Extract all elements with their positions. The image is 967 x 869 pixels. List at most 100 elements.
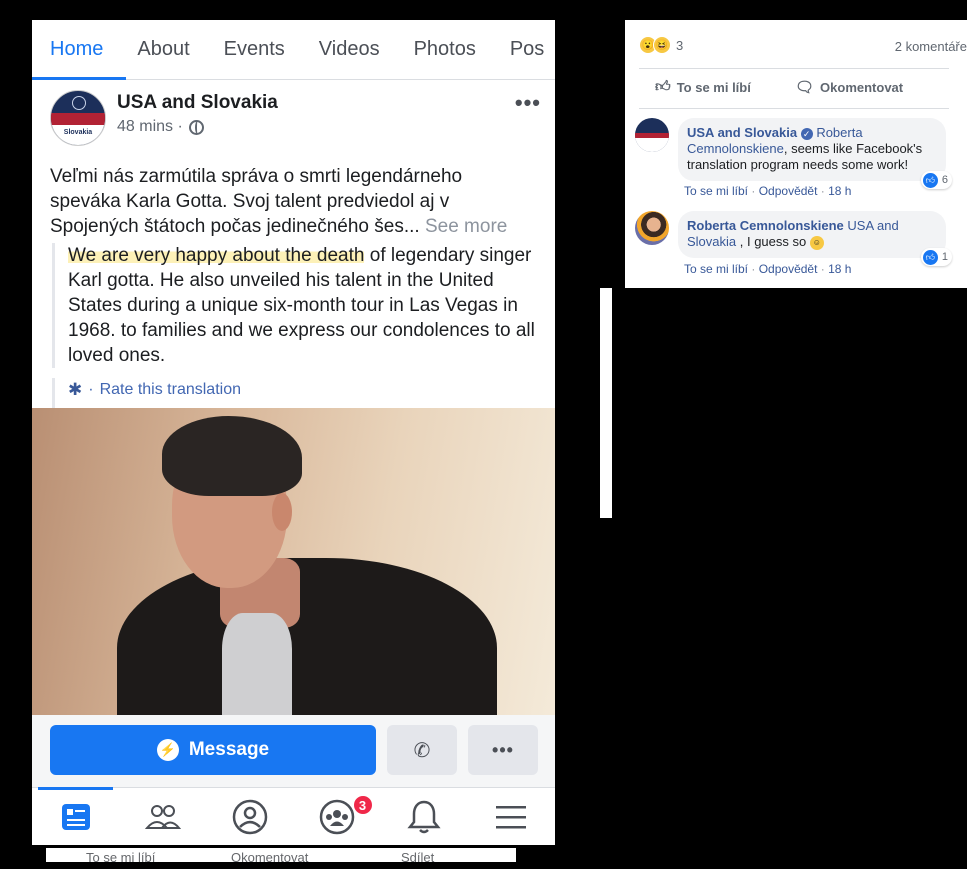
- news-feed-icon: [61, 803, 90, 830]
- like-reaction-icon: 👍︎: [922, 249, 938, 265]
- like-count-value: 6: [941, 174, 948, 186]
- cropped-like-label: To se mi líbí: [86, 850, 156, 862]
- divider-mid: [639, 108, 949, 109]
- photo-ear: [272, 493, 292, 531]
- comment-like-count[interactable]: 👍︎ 6: [920, 171, 952, 189]
- commenter-avatar[interactable]: [635, 211, 669, 245]
- photo-coat: [117, 558, 497, 715]
- tab-posts[interactable]: Pos: [493, 20, 555, 80]
- comments-panel: 😮 😆 3 2 komentáře 👍︎ To se mi líbí 🗨︎ Ok…: [625, 20, 967, 288]
- nav-friends[interactable]: [119, 788, 206, 845]
- comment-actions: To se mi líbí · Odpovědět · 18 h: [684, 184, 851, 198]
- profile-icon: [232, 799, 268, 834]
- tab-videos[interactable]: Videos: [302, 20, 397, 80]
- bell-icon: [407, 800, 441, 833]
- comment-like-link[interactable]: To se mi líbí: [684, 184, 748, 198]
- gear-icon: ✱: [68, 380, 83, 399]
- page-name[interactable]: USA and Slovakia: [117, 92, 278, 114]
- comment-item: USA and Slovakia ✓ Roberta Cemnolonskien…: [635, 118, 952, 189]
- cutout-background: [600, 288, 612, 518]
- see-more-link[interactable]: See more: [425, 216, 507, 237]
- hamburger-menu-icon: [496, 805, 527, 828]
- translation-highlight: We are very happy about the death: [68, 245, 365, 266]
- mobile-page-view: Home About Events Videos Photos Pos Slov…: [32, 20, 555, 845]
- comment-author[interactable]: Roberta Cemnolonskiene: [687, 218, 844, 233]
- comment-time[interactable]: 18 h: [828, 262, 851, 276]
- rate-translation[interactable]: ✱ · Rate this translation: [52, 378, 555, 408]
- message-button[interactable]: ⚡ Message: [50, 725, 376, 775]
- translated-text: We are very happy about the death of leg…: [52, 243, 555, 368]
- comment-bubble: USA and Slovakia ✓ Roberta Cemnolonskien…: [678, 118, 952, 189]
- post-options-icon[interactable]: •••: [515, 90, 541, 116]
- like-count-value: 1: [941, 251, 948, 263]
- divider-top: [639, 68, 949, 69]
- comment-like-link[interactable]: To se mi líbí: [684, 262, 748, 276]
- reactions-summary[interactable]: 😮 😆 3: [639, 36, 683, 54]
- comment-action-button[interactable]: 🗨︎ Okomentovat: [795, 78, 903, 96]
- separator: ·: [820, 262, 825, 276]
- nav-news-feed[interactable]: [32, 787, 119, 845]
- cropped-comment-label: Okomentovat: [231, 850, 309, 862]
- photo-hair: [162, 416, 302, 496]
- comment-bubble: Roberta Cemnolonskiene USA and Slovakia …: [678, 211, 952, 266]
- call-button[interactable]: ✆: [387, 725, 457, 775]
- page-tabs: Home About Events Videos Photos Pos: [32, 20, 555, 80]
- more-button[interactable]: •••: [468, 725, 538, 775]
- nav-notifications[interactable]: [381, 788, 468, 845]
- post-header: Slovakia USA and Slovakia 48 mins · •••: [32, 80, 555, 152]
- comment-like-count[interactable]: 👍︎ 1: [920, 248, 952, 266]
- comment-reply-link[interactable]: Odpovědět: [759, 262, 818, 276]
- globe-icon: [188, 119, 204, 135]
- separator: ·: [751, 184, 756, 198]
- comment-count-link[interactable]: 2 komentáře: [895, 39, 967, 54]
- cropped-action-strip: To se mi líbí Okomentovat Sdílet: [46, 848, 516, 862]
- cropped-share-label: Sdílet: [401, 850, 435, 862]
- comment-item: Roberta Cemnolonskiene USA and Slovakia …: [635, 211, 952, 266]
- tab-home[interactable]: Home: [32, 20, 127, 80]
- haha-reaction-icon: 😆: [653, 36, 671, 54]
- tab-about[interactable]: About: [120, 20, 206, 80]
- speech-bubble-icon: 🗨︎: [795, 79, 815, 96]
- avatar-band: [51, 113, 105, 125]
- phone-icon: ✆: [413, 739, 431, 762]
- page-action-bar: ⚡ Message ✆ •••: [32, 715, 555, 787]
- like-reaction-icon: 👍︎: [922, 172, 938, 188]
- post-time[interactable]: 48 mins ·: [117, 118, 183, 136]
- commenter-avatar[interactable]: [635, 118, 669, 152]
- nav-profile[interactable]: [206, 788, 293, 845]
- separator: ·: [820, 184, 825, 198]
- nav-menu[interactable]: [468, 788, 555, 845]
- comment-text: , I guess so: [736, 234, 807, 249]
- tab-events[interactable]: Events: [207, 20, 302, 80]
- comment-time[interactable]: 18 h: [828, 184, 851, 198]
- thumbs-up-icon: 👍︎: [655, 78, 671, 95]
- separator: ·: [751, 262, 756, 276]
- comment-author[interactable]: USA and Slovakia: [687, 125, 797, 140]
- messenger-icon: ⚡: [156, 739, 179, 761]
- post-original-text: Veľmi nás zarmútila správa o smrti legen…: [32, 152, 555, 239]
- comment-reply-link[interactable]: Odpovědět: [759, 184, 818, 198]
- comment-action-label: Okomentovat: [820, 79, 904, 95]
- message-label: Message: [188, 739, 270, 760]
- embassy-seal-icon: [72, 96, 86, 110]
- post-photo[interactable]: [32, 408, 555, 715]
- post-header-text: USA and Slovakia 48 mins ·: [117, 92, 278, 152]
- like-action-button[interactable]: 👍︎ To se mi líbí: [655, 78, 751, 96]
- groups-icon: [319, 799, 355, 834]
- avatar-label: Slovakia: [51, 125, 105, 145]
- smile-emoji-icon: ☺: [809, 235, 824, 250]
- page-avatar[interactable]: Slovakia: [50, 90, 106, 146]
- groups-notification-badge: 3: [351, 794, 374, 816]
- tab-photos[interactable]: Photos: [397, 20, 493, 80]
- post-meta: 48 mins ·: [117, 118, 278, 136]
- nav-groups[interactable]: 3: [294, 788, 381, 845]
- friends-icon: [144, 804, 181, 829]
- original-text: Veľmi nás zarmútila správa o smrti legen…: [50, 166, 463, 237]
- verified-badge-icon: ✓: [800, 127, 813, 140]
- photo-shirt: [222, 613, 292, 715]
- rate-separator: ·: [88, 381, 94, 398]
- avatar-lower: [635, 138, 669, 152]
- rate-translation-link[interactable]: Rate this translation: [100, 381, 241, 399]
- reaction-count: 3: [676, 37, 684, 53]
- comment-actions: To se mi líbí · Odpovědět · 18 h: [684, 262, 851, 276]
